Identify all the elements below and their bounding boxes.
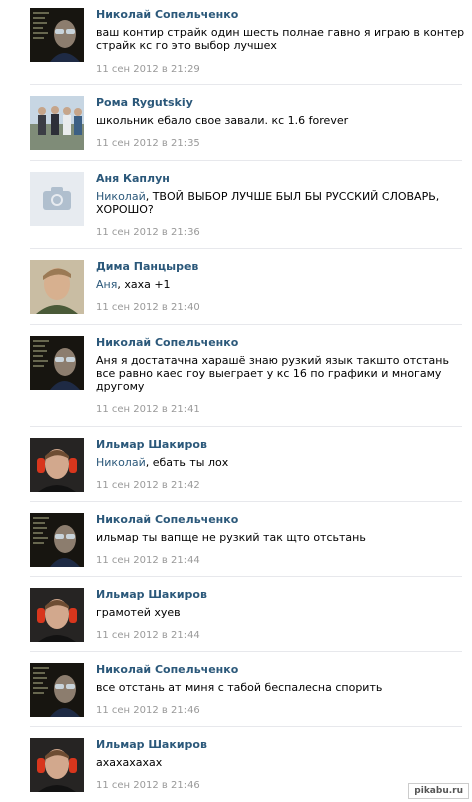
avatar[interactable] xyxy=(30,663,84,717)
comment-author[interactable]: Дима Панцырев xyxy=(96,260,198,273)
comment-date[interactable]: 11 сен 2012 в 21:35 xyxy=(96,138,200,149)
comment-author[interactable]: Николай Сопельченко xyxy=(96,513,238,526)
comment-author[interactable]: Николай Сопельченко xyxy=(96,663,238,676)
comment-separator xyxy=(30,160,462,161)
comment-author[interactable]: Николай Сопельченко xyxy=(96,336,238,349)
comment-text-body: , ебать ты лох xyxy=(145,456,229,469)
comment-text: все отстань ат миня с табой беспалесна с… xyxy=(96,681,383,694)
avatar[interactable] xyxy=(30,738,84,792)
comment-date[interactable]: 11 сен 2012 в 21:46 xyxy=(96,780,200,791)
comment-date[interactable]: 11 сен 2012 в 21:29 xyxy=(96,64,200,75)
comment-text-body: , ТВОЙ ВЫБОР ЛУЧШЕ БЫЛ БЫ РУССКИЙ СЛОВАР… xyxy=(96,190,440,216)
comment-text-body: , хаха +1 xyxy=(117,278,171,291)
comment-separator xyxy=(30,324,462,325)
comment-separator xyxy=(30,501,462,502)
comment-separator xyxy=(30,726,462,727)
comment-author[interactable]: Рома Rygutskiy xyxy=(96,96,193,109)
avatar[interactable] xyxy=(30,588,84,642)
comment-date[interactable]: 11 сен 2012 в 21:41 xyxy=(96,404,200,415)
comment-author[interactable]: Аня Каплун xyxy=(96,172,170,185)
watermark: pikabu.ru xyxy=(408,783,469,799)
comment-text: ахахахахах xyxy=(96,756,163,769)
comment-text: грамотей хуев xyxy=(96,606,181,619)
comment-text: Аня я достатачна харашё знаю рузкий язык… xyxy=(96,354,449,393)
avatar[interactable] xyxy=(30,8,84,62)
comment-date[interactable]: 11 сен 2012 в 21:36 xyxy=(96,227,200,238)
comment-text: Аня, хаха +1 xyxy=(96,278,468,291)
comment-text: Николай, ебать ты лох xyxy=(96,456,468,469)
comment-date[interactable]: 11 сен 2012 в 21:44 xyxy=(96,630,200,641)
reply-link[interactable]: Аня xyxy=(96,278,117,291)
comment-date[interactable]: 11 сен 2012 в 21:40 xyxy=(96,302,200,313)
comment-author[interactable]: Николай Сопельченко xyxy=(96,8,238,21)
comment-date[interactable]: 11 сен 2012 в 21:46 xyxy=(96,705,200,716)
camera-icon xyxy=(30,172,84,226)
comment-separator xyxy=(30,576,462,577)
avatar[interactable] xyxy=(30,260,84,314)
comment-date[interactable]: 11 сен 2012 в 21:42 xyxy=(96,480,200,491)
avatar[interactable] xyxy=(30,336,84,390)
comment-author[interactable]: Ильмар Шакиров xyxy=(96,738,207,751)
comment-text: Николай, ТВОЙ ВЫБОР ЛУЧШЕ БЫЛ БЫ РУССКИЙ… xyxy=(96,190,468,216)
avatar[interactable] xyxy=(30,513,84,567)
avatar[interactable] xyxy=(30,438,84,492)
comment-separator xyxy=(30,651,462,652)
comment-date[interactable]: 11 сен 2012 в 21:44 xyxy=(96,555,200,566)
reply-link[interactable]: Николай xyxy=(96,190,146,203)
avatar[interactable] xyxy=(30,172,84,226)
comment-author[interactable]: Ильмар Шакиров xyxy=(96,438,207,451)
comment-separator xyxy=(30,84,462,85)
comment-separator xyxy=(30,248,462,249)
comment-separator xyxy=(30,426,462,427)
comment-text: ильмар ты вапще не рузкий так щто отсьта… xyxy=(96,531,366,544)
avatar[interactable] xyxy=(30,96,84,150)
reply-link[interactable]: Николай xyxy=(96,456,146,469)
comment-author[interactable]: Ильмар Шакиров xyxy=(96,588,207,601)
comment-text: школьник ебало свое завали. кс 1.6 forev… xyxy=(96,114,349,127)
comment-text: ваш контир страйк один шесть полнае гавн… xyxy=(96,26,465,52)
